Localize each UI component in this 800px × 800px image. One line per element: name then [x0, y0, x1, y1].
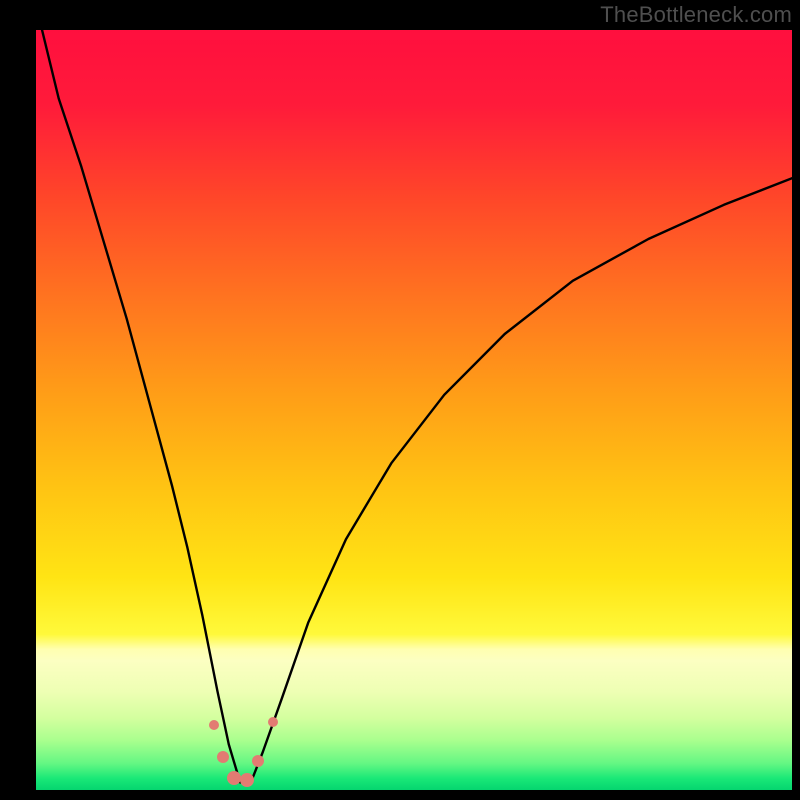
marker-layer [36, 30, 792, 790]
highlight-marker [227, 771, 241, 785]
chart-frame: TheBottleneck.com [0, 0, 800, 800]
highlight-marker [268, 717, 278, 727]
highlight-marker [240, 773, 254, 787]
plot-area [36, 30, 792, 790]
highlight-marker [217, 751, 229, 763]
highlight-marker [252, 755, 264, 767]
watermark-text: TheBottleneck.com [600, 2, 792, 28]
highlight-marker [209, 720, 219, 730]
